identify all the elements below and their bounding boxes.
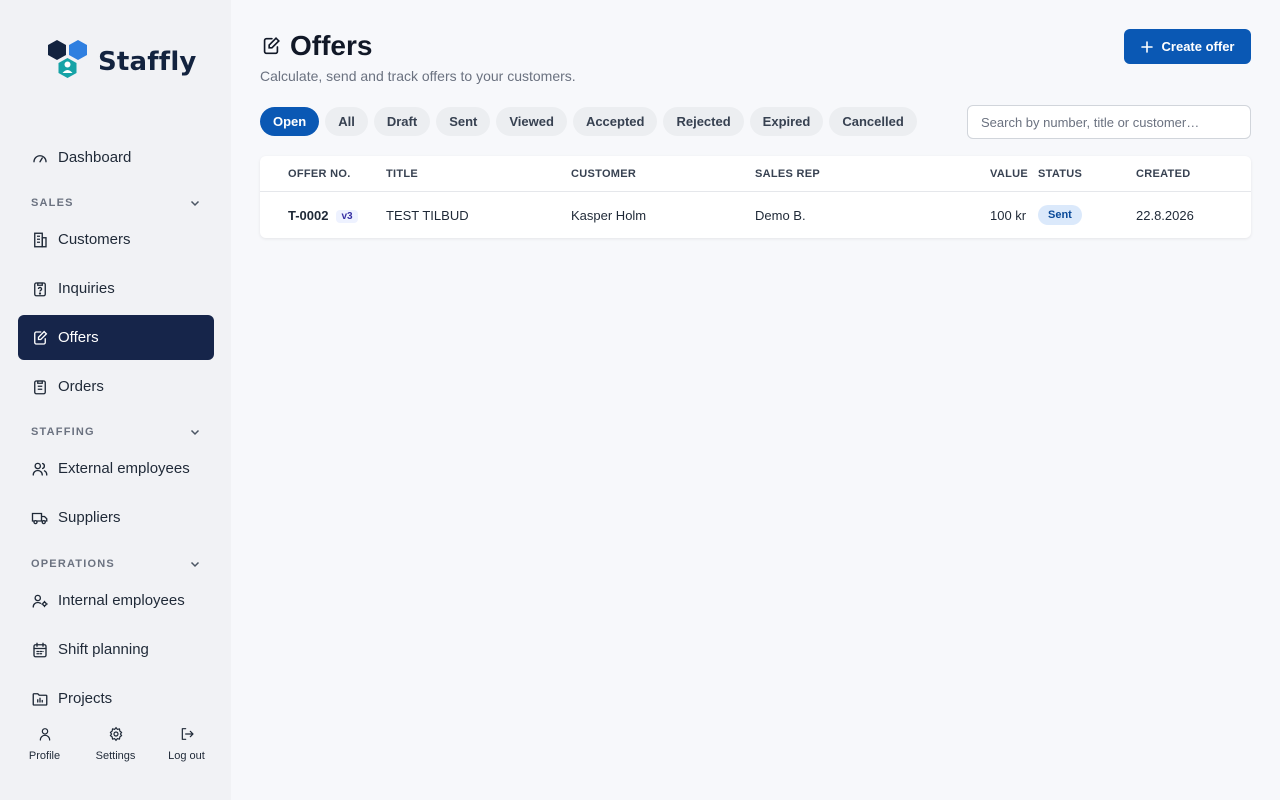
offer-number-cell[interactable]: T-0002 v3 (288, 208, 358, 223)
sidebar-item-label: Dashboard (58, 149, 132, 166)
edit-document-icon (34, 330, 48, 345)
sidebar-item-suppliers[interactable]: Suppliers (18, 495, 214, 540)
offer-title: TEST TILBUD (386, 208, 469, 223)
create-offer-button[interactable]: Create offer (1124, 29, 1251, 64)
sidebar-item-label: Customers (58, 231, 131, 248)
section-staffing-toggle[interactable]: STAFFING (31, 424, 201, 440)
column-header-created[interactable]: CREATED (1136, 168, 1190, 180)
chevron-down-icon (190, 200, 200, 207)
page-subtitle: Calculate, send and track offers to your… (260, 68, 576, 84)
users-icon (32, 462, 48, 476)
clipboard-question-icon (34, 281, 46, 296)
logout-button[interactable]: Log out (151, 726, 222, 762)
brand-name: Staffly (98, 47, 197, 77)
settings-label: Settings (95, 750, 136, 762)
profile-label: Profile (28, 750, 61, 762)
sidebar-item-dashboard[interactable]: Dashboard (18, 135, 214, 180)
sidebar-item-orders[interactable]: Orders (18, 364, 214, 409)
version-badge: v3 (336, 210, 358, 223)
filter-draft[interactable]: Draft (373, 107, 431, 136)
column-header-customer[interactable]: CUSTOMER (571, 168, 636, 180)
section-label: OPERATIONS (31, 558, 115, 570)
sidebar-item-projects[interactable]: Projects (18, 676, 214, 721)
section-label: STAFFING (31, 426, 95, 438)
section-operations-toggle[interactable]: OPERATIONS (31, 556, 201, 572)
filter-all[interactable]: All (325, 107, 368, 136)
calendar-icon (33, 642, 47, 657)
table-header: OFFER NO. TITLE CUSTOMER SALES REP VALUE… (260, 156, 1251, 192)
staffly-logo-icon (48, 40, 87, 78)
user-cog-icon (32, 594, 48, 608)
logout-label: Log out (168, 750, 205, 762)
sidebar-item-label: Shift planning (58, 641, 149, 658)
chevron-down-icon (190, 429, 200, 436)
table-row[interactable]: T-0002 v3 TEST TILBUD Kasper Holm Demo B.… (260, 192, 1251, 238)
column-header-title[interactable]: TITLE (386, 168, 418, 180)
filter-expired[interactable]: Expired (749, 107, 824, 136)
sidebar-item-label: Offers (58, 329, 99, 346)
sidebar-item-external-employees[interactable]: External employees (18, 446, 214, 491)
sidebar: Staffly Dashboard SALES Customers Inquir… (0, 0, 231, 800)
user-icon (39, 728, 50, 741)
brand-logo[interactable]: Staffly (46, 40, 197, 84)
filter-open[interactable]: Open (260, 107, 320, 136)
column-header-offer-no[interactable]: OFFER NO. (288, 168, 351, 180)
offer-value: 100 kr (990, 208, 1027, 223)
sidebar-item-shift-planning[interactable]: Shift planning (18, 627, 214, 672)
gauge-icon (33, 154, 47, 162)
sidebar-item-label: Suppliers (58, 509, 121, 526)
sidebar-item-customers[interactable]: Customers (18, 217, 214, 262)
section-sales-toggle[interactable]: SALES (31, 195, 201, 211)
status-badge: Sent (1038, 205, 1082, 225)
filter-rejected[interactable]: Rejected (663, 107, 744, 136)
offer-customer: Kasper Holm (571, 208, 647, 223)
filter-sent[interactable]: Sent (436, 107, 491, 136)
sidebar-item-offers[interactable]: Offers (18, 315, 214, 360)
edit-document-icon (263, 37, 280, 55)
sidebar-item-label: Orders (58, 378, 104, 395)
page-title: Offers (260, 30, 372, 62)
truck-icon (31, 512, 48, 524)
chevron-down-icon (190, 561, 200, 568)
offer-sales-rep: Demo B. (755, 208, 806, 223)
filter-viewed[interactable]: Viewed (496, 107, 567, 136)
folder-chart-icon (32, 692, 48, 706)
offer-number: T-0002 (288, 208, 329, 223)
section-label: SALES (31, 197, 74, 209)
filter-accepted[interactable]: Accepted (572, 107, 658, 136)
status-filter-tabs: Open All Draft Sent Viewed Accepted Reje… (260, 107, 917, 136)
offer-created: 22.8.2026 (1136, 208, 1194, 223)
profile-button[interactable]: Profile (9, 726, 80, 762)
sidebar-item-internal-employees[interactable]: Internal employees (18, 578, 214, 623)
column-header-value[interactable]: VALUE (990, 168, 1028, 180)
sidebar-item-label: External employees (58, 460, 190, 477)
building-icon (34, 232, 47, 247)
search-input[interactable] (967, 105, 1251, 139)
sidebar-item-inquiries[interactable]: Inquiries (18, 266, 214, 311)
create-offer-label: Create offer (1161, 39, 1235, 54)
offers-table: OFFER NO. TITLE CUSTOMER SALES REP VALUE… (260, 156, 1251, 238)
sidebar-item-label: Inquiries (58, 280, 115, 297)
filter-cancelled[interactable]: Cancelled (829, 107, 917, 136)
clipboard-list-icon (34, 379, 46, 394)
page-title-text: Offers (290, 30, 373, 61)
column-header-sales-rep[interactable]: SALES REP (755, 168, 820, 180)
sidebar-item-label: Internal employees (58, 592, 185, 609)
column-header-status[interactable]: STATUS (1038, 168, 1082, 180)
logout-icon (181, 728, 194, 740)
plus-icon (1140, 40, 1153, 53)
sidebar-bottom-actions: Profile Settings Log out (9, 726, 222, 762)
gear-icon (109, 726, 122, 742)
sidebar-item-label: Projects (58, 690, 113, 707)
settings-button[interactable]: Settings (80, 726, 151, 762)
